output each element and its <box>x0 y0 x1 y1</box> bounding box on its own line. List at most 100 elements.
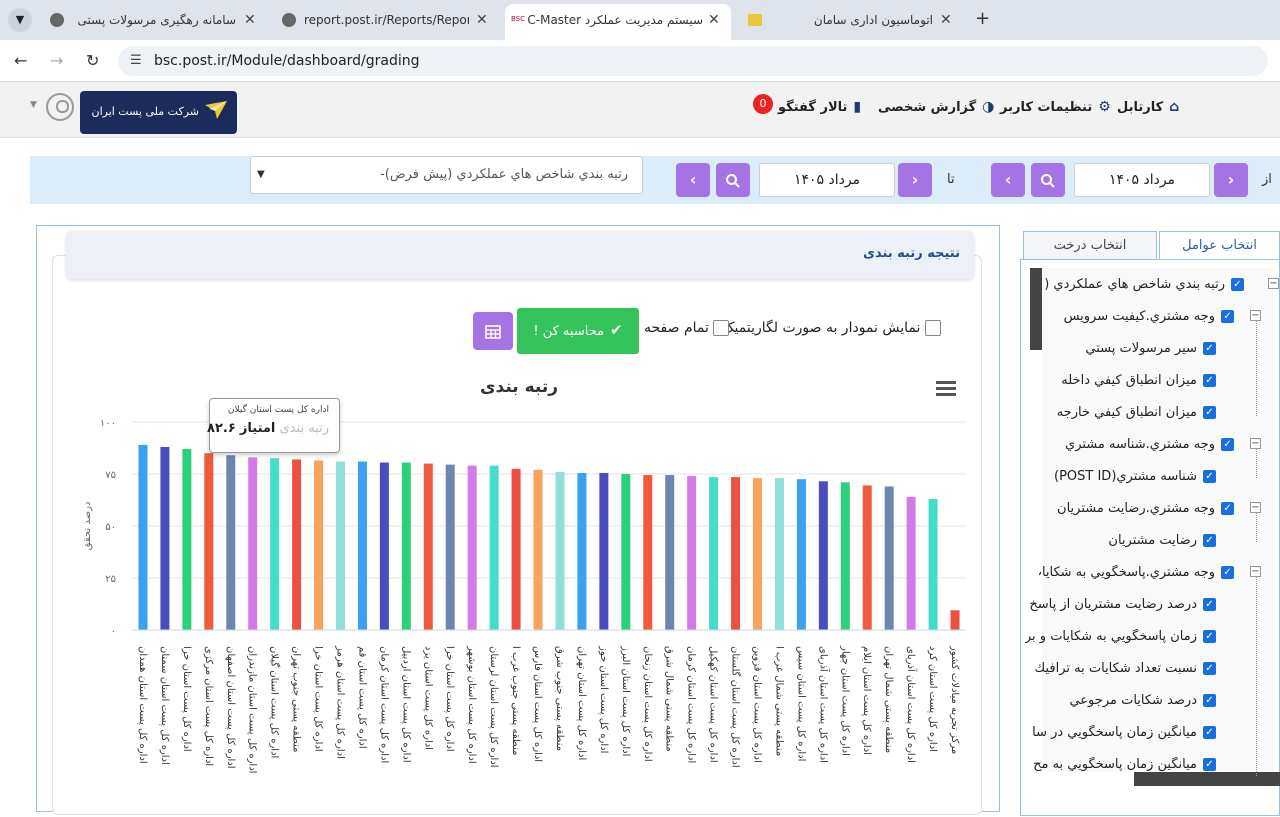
to-date-field[interactable]: مرداد ۱۴۰۵ <box>759 163 895 197</box>
chart-bar[interactable] <box>401 462 411 630</box>
reload-button[interactable]: ↻ <box>86 51 99 70</box>
chart-bar[interactable] <box>884 486 894 630</box>
chart-bar[interactable] <box>533 469 543 630</box>
to-search-button[interactable] <box>716 163 750 197</box>
chart-bar[interactable] <box>840 482 850 630</box>
nav-forum[interactable]: ▮ تالار گفتگو <box>778 99 861 115</box>
tree-checkbox[interactable]: ✓ <box>1203 406 1216 419</box>
chart-bar[interactable] <box>423 463 433 630</box>
chart-bar[interactable] <box>445 464 455 630</box>
from-prev-button[interactable]: ‹ <box>991 163 1025 197</box>
chart-bar[interactable] <box>204 453 214 630</box>
user-avatar[interactable] <box>46 93 74 121</box>
grading-model-select[interactable]: رتبه بندي شاخص هاي عملكردي (پيش فرض)- ▼ <box>250 156 643 194</box>
chart-bar[interactable] <box>928 498 938 630</box>
tree-node[interactable]: ✓ ميانگين زمان پاسخگويي در سا <box>1032 725 1216 740</box>
chart-bar[interactable] <box>753 478 762 630</box>
chart-bar[interactable] <box>226 455 236 630</box>
log-scale-checkbox[interactable] <box>924 320 941 336</box>
nav-user-settings[interactable]: ⚙ تنظیمات کاربر <box>1000 99 1111 115</box>
tree-checkbox[interactable]: ✓ <box>1221 310 1234 323</box>
tree-node[interactable]: ✓ شناسه مشتري(POST ID) <box>1054 469 1216 484</box>
tree-node[interactable]: ✓ سیر مرسولات پستي <box>1085 341 1216 356</box>
log-scale-option[interactable]: نمایش نمودار به صورت لگاریتمیک <box>722 320 941 336</box>
chart-bar[interactable] <box>862 485 872 630</box>
close-tab-icon[interactable]: ✕ <box>708 6 720 34</box>
fullpage-option[interactable]: تمام صفحه <box>644 320 730 336</box>
vertical-scrollbar[interactable] <box>1030 268 1042 350</box>
table-view-button[interactable] <box>473 312 513 350</box>
tree-node[interactable]: ✓ درصد رضايت مشتريان از پاسخ <box>1029 597 1216 612</box>
chart-bar[interactable] <box>818 481 828 630</box>
chart-bar[interactable] <box>270 458 280 630</box>
fullpage-checkbox[interactable] <box>713 320 730 336</box>
chart-bar[interactable] <box>467 465 477 630</box>
chart-bar[interactable] <box>950 610 960 630</box>
nav-inbox[interactable]: ⌂ کارتابل <box>1117 99 1179 115</box>
tree-node[interactable]: ✓ وجه مشتري.شناسه مشتري <box>1065 437 1234 452</box>
chart-bar[interactable] <box>665 475 675 630</box>
chart-bar[interactable] <box>599 472 609 630</box>
chart-bar[interactable] <box>138 444 148 630</box>
tree-checkbox[interactable]: ✓ <box>1203 758 1216 771</box>
back-button[interactable]: ← <box>14 51 27 70</box>
chart-bar[interactable] <box>182 449 192 630</box>
collapse-toggle-icon[interactable]: − <box>1268 278 1279 289</box>
forward-button[interactable]: → <box>50 51 63 70</box>
tree-checkbox[interactable]: ✓ <box>1203 726 1216 739</box>
chart-bar[interactable] <box>489 465 499 630</box>
tree-node[interactable]: ✓ نسبت تعداد شكايات به ترافيك <box>1035 661 1216 676</box>
to-prev-button[interactable]: ‹ <box>676 163 710 197</box>
chart-bar[interactable] <box>314 460 324 630</box>
browser-tab-report[interactable]: report.post.ir/Reports/Report10 ✕ <box>276 6 496 36</box>
close-tab-icon[interactable]: ✕ <box>476 6 488 34</box>
chart-bar[interactable] <box>709 477 719 630</box>
chart-bar[interactable] <box>248 457 258 630</box>
tree-node[interactable]: ✓ رتبه بندي شاخص هاي عملكردي (پيش <box>1044 277 1244 292</box>
chart-bar[interactable] <box>336 461 345 630</box>
chart-bar[interactable] <box>357 461 367 630</box>
nav-personal-report[interactable]: ◑ گزارش شخصی <box>878 99 994 115</box>
tree-checkbox[interactable]: ✓ <box>1221 566 1234 579</box>
tree-checkbox[interactable]: ✓ <box>1203 342 1216 355</box>
chart-bar[interactable] <box>511 468 521 630</box>
tree-checkbox[interactable]: ✓ <box>1203 630 1216 643</box>
horizontal-scrollbar[interactable] <box>1134 772 1280 786</box>
tree-node[interactable]: ✓ درصد شكايات مرجوعي <box>1069 693 1216 708</box>
tree-checkbox[interactable]: ✓ <box>1203 374 1216 387</box>
tab-search-button[interactable]: ▼ <box>8 8 32 32</box>
chart-bar[interactable] <box>906 496 916 630</box>
tree-node[interactable]: ✓ میزان انطباق کیفي داخله <box>1061 373 1216 388</box>
tree-node[interactable]: ✓ وجه مشتري.کیفیت سرویس <box>1064 309 1234 324</box>
tree-checkbox[interactable]: ✓ <box>1221 502 1234 515</box>
tree-node[interactable]: ✓ ميانگين زمان پاسخگويي به مح <box>1033 757 1216 772</box>
chart-bar[interactable] <box>796 479 806 630</box>
from-date-field[interactable]: مرداد ۱۴۰۵ <box>1074 163 1210 197</box>
tree-checkbox[interactable]: ✓ <box>1203 534 1216 547</box>
browser-tab-automation[interactable]: اتوماسیون اداری سامان ✕ <box>740 6 965 36</box>
from-search-button[interactable] <box>1031 163 1065 197</box>
url-field[interactable]: ☰ bsc.post.ir/Module/dashboard/grading <box>118 46 1268 76</box>
browser-tab-tracking[interactable]: سامانه رهگیری مرسولات پستی ✕ <box>44 6 264 36</box>
chart-bar[interactable] <box>643 475 653 630</box>
chart-menu-icon[interactable] <box>936 381 956 399</box>
chart-bar[interactable] <box>292 459 302 630</box>
tree-node[interactable]: ✓ میزان انطباق کیفي خارجه <box>1057 405 1216 420</box>
tab-select-tree[interactable]: انتخاب درخت <box>1023 231 1157 260</box>
tree-checkbox[interactable]: ✓ <box>1203 470 1216 483</box>
chart-bar[interactable] <box>621 474 631 630</box>
tree-node[interactable]: ✓ وجه مشتري.رضايت مشتريان <box>1057 501 1234 516</box>
chart-bar[interactable] <box>379 462 389 630</box>
tree-node[interactable]: ✓ وجه مشتري.پاسخگويي به شكايات <box>1039 565 1234 580</box>
calculate-button[interactable]: ✔ محاسبه کن ! <box>517 308 639 354</box>
chart-bar[interactable] <box>687 476 697 630</box>
tree-checkbox[interactable]: ✓ <box>1203 662 1216 675</box>
chart-bar[interactable] <box>160 446 170 630</box>
tab-select-factors[interactable]: انتخاب عوامل <box>1159 231 1280 261</box>
chart-bar[interactable] <box>731 477 741 630</box>
new-tab-button[interactable]: + <box>975 8 990 29</box>
tree-checkbox[interactable]: ✓ <box>1203 598 1216 611</box>
tree-checkbox[interactable]: ✓ <box>1221 438 1234 451</box>
from-next-button[interactable]: › <box>1214 163 1248 197</box>
chart-bar[interactable] <box>774 478 784 630</box>
